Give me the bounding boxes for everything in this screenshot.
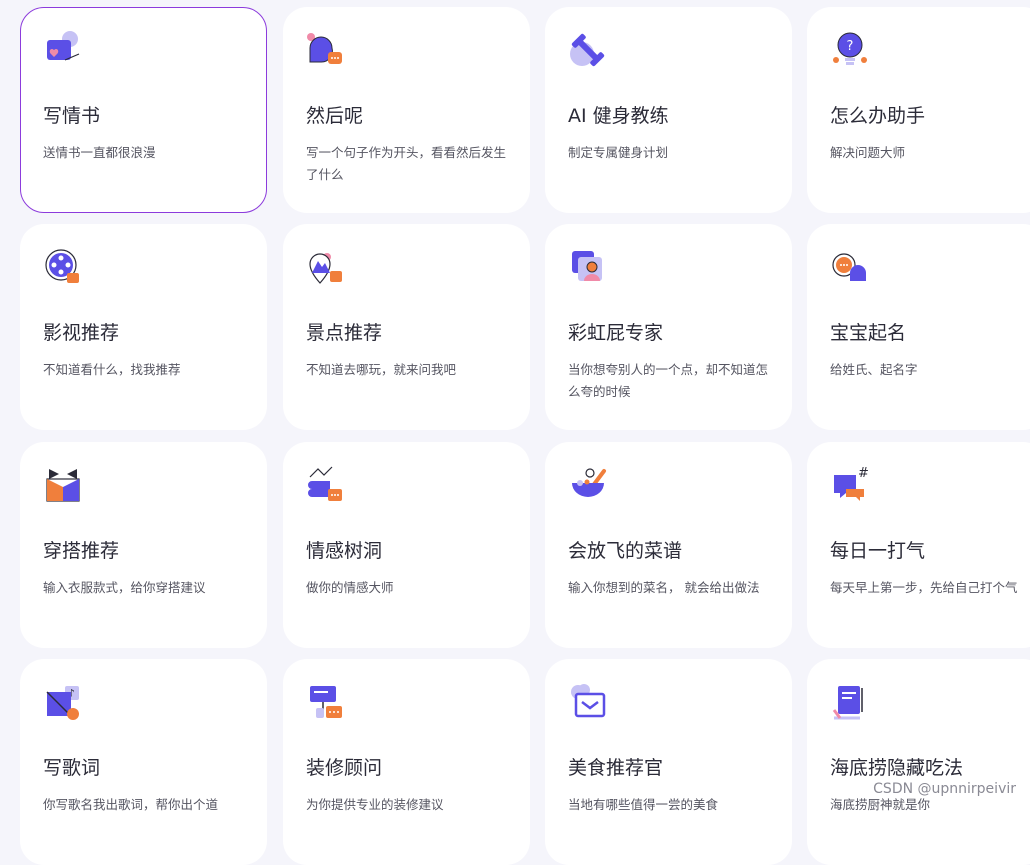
card-flattery-expert[interactable]: 彩虹屁专家 当你想夸别人的一个点，却不知道怎么夸的时候 bbox=[545, 224, 792, 430]
card-title: 穿搭推荐 bbox=[43, 540, 120, 562]
card-outfit-recommendation[interactable]: 穿搭推荐 输入衣服款式，给你穿搭建议 bbox=[20, 442, 267, 648]
card-description: 做你的情感大师 bbox=[306, 580, 394, 595]
svg-text:?: ? bbox=[847, 39, 854, 54]
card-title: 海底捞隐藏吃法 bbox=[830, 757, 964, 779]
food-mail-icon bbox=[568, 682, 608, 722]
card-title: 写情书 bbox=[43, 105, 101, 127]
card-title: 彩虹屁专家 bbox=[568, 322, 664, 344]
card-description: 当你想夸别人的一个点，却不知道怎么夸的时候 bbox=[568, 362, 769, 399]
chat-bubble-icon bbox=[306, 30, 346, 70]
card-description: 当地有哪些值得一尝的美食 bbox=[568, 797, 719, 812]
lightbulb-question-icon: ? bbox=[830, 30, 870, 70]
card-baby-naming[interactable]: 宝宝起名 给姓氏、起名字 bbox=[807, 224, 1030, 430]
card-title: 会放飞的菜谱 bbox=[568, 540, 683, 562]
card-description: 你写歌名我出歌词，帮你出个道 bbox=[43, 797, 219, 812]
card-title: 怎么办助手 bbox=[830, 105, 926, 127]
location-pin-icon bbox=[306, 247, 346, 287]
card-food-recommender[interactable]: 美食推荐官 当地有哪些值得一尝的美食 bbox=[545, 659, 792, 865]
card-description: 不知道去哪玩，就来问我吧 bbox=[306, 362, 457, 377]
card-description: 海底捞厨神就是你 bbox=[830, 797, 931, 812]
card-title: 装修顾问 bbox=[306, 757, 383, 779]
card-emotional-tree-hole[interactable]: 情感树洞 做你的情感大师 bbox=[283, 442, 530, 648]
card-description: 解决问题大师 bbox=[830, 145, 906, 160]
dumbbell-icon bbox=[568, 30, 608, 70]
watermark: CSDN @upnnirpeivir bbox=[873, 781, 1016, 797]
card-description: 输入你想到的菜名， 就会给出做法 bbox=[568, 580, 760, 595]
card-and-then[interactable]: 然后呢 写一个句子作为开头，看看然后发生了什么 bbox=[283, 7, 530, 213]
card-daily-cheer[interactable]: # 每日一打气 每天早上第一步，先给自己打个气 bbox=[807, 442, 1030, 648]
card-haidilao-hidden-recipes[interactable]: 海底捞隐藏吃法 海底捞厨神就是你 bbox=[807, 659, 1030, 865]
card-title: 宝宝起名 bbox=[830, 322, 907, 344]
card-ai-fitness-coach[interactable]: AI 健身教练 制定专属健身计划 bbox=[545, 7, 792, 213]
music-note-icon: ♪ bbox=[43, 682, 83, 722]
card-description: 不知道看什么，找我推荐 bbox=[43, 362, 181, 377]
card-title: AI 健身教练 bbox=[568, 105, 669, 127]
outfit-icon bbox=[43, 465, 83, 505]
baby-chat-icon bbox=[830, 247, 870, 287]
card-what-to-do-assistant[interactable]: ? 怎么办助手 解决问题大师 bbox=[807, 7, 1030, 213]
card-title: 情感树洞 bbox=[306, 540, 383, 562]
card-description: 给姓氏、起名字 bbox=[830, 362, 918, 377]
card-write-lyrics[interactable]: ♪ 写歌词 你写歌名我出歌词，帮你出个道 bbox=[20, 659, 267, 865]
card-write-love-letter[interactable]: 写情书 送情书一直都很浪漫 bbox=[20, 7, 267, 213]
heart-puzzle-icon bbox=[306, 465, 346, 505]
person-card-icon bbox=[568, 247, 608, 287]
love-letter-icon bbox=[43, 30, 83, 70]
decor-chat-icon bbox=[306, 682, 346, 722]
hashtag-chat-icon: # bbox=[830, 465, 870, 505]
document-pen-icon bbox=[830, 682, 870, 722]
svg-text:#: # bbox=[858, 466, 869, 481]
card-flying-recipe[interactable]: 会放飞的菜谱 输入你想到的菜名， 就会给出做法 bbox=[545, 442, 792, 648]
card-title: 景点推荐 bbox=[306, 322, 383, 344]
card-title: 然后呢 bbox=[306, 105, 364, 127]
card-description: 制定专属健身计划 bbox=[568, 145, 669, 160]
card-decoration-consultant[interactable]: 装修顾问 为你提供专业的装修建议 bbox=[283, 659, 530, 865]
cooking-bowl-icon bbox=[568, 465, 608, 505]
film-reel-icon bbox=[43, 247, 83, 287]
card-description: 为你提供专业的装修建议 bbox=[306, 797, 444, 812]
card-description: 送情书一直都很浪漫 bbox=[43, 145, 156, 160]
card-title: 影视推荐 bbox=[43, 322, 120, 344]
card-attraction-recommendation[interactable]: 景点推荐 不知道去哪玩，就来问我吧 bbox=[283, 224, 530, 430]
card-title: 每日一打气 bbox=[830, 540, 926, 562]
card-description: 输入衣服款式，给你穿搭建议 bbox=[43, 580, 206, 595]
card-title: 写歌词 bbox=[43, 757, 101, 779]
assistant-card-grid: 写情书 送情书一直都很浪漫 然后呢 写一个句子作为开头，看看然后发生了什么 AI… bbox=[0, 0, 1030, 865]
card-description: 每天早上第一步，先给自己打个气 bbox=[830, 580, 1018, 595]
card-title: 美食推荐官 bbox=[568, 757, 664, 779]
card-description: 写一个句子作为开头，看看然后发生了什么 bbox=[306, 145, 507, 182]
card-movie-recommendation[interactable]: 影视推荐 不知道看什么，找我推荐 bbox=[20, 224, 267, 430]
